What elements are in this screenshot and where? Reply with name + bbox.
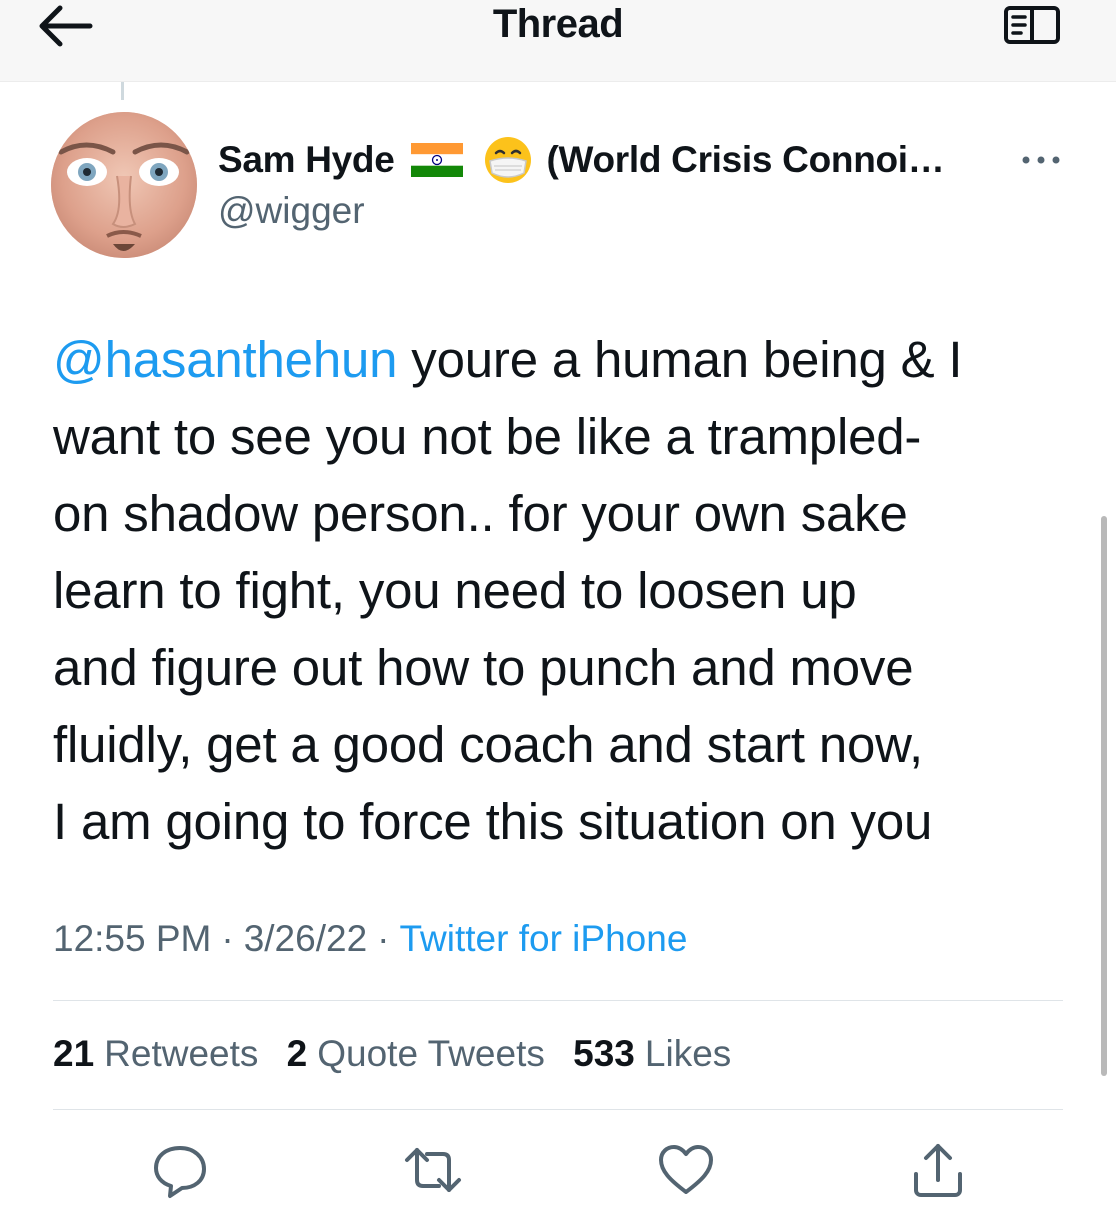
quote-tweets-stat[interactable]: 2 Quote Tweets [287, 1033, 545, 1074]
like-button[interactable] [656, 1140, 716, 1200]
tweet-metadata: 12:55 PM · 3/26/22 · Twitter for iPhone [53, 918, 687, 960]
tweet-line: I am going to force this situation on yo… [53, 793, 933, 850]
share-button[interactable] [908, 1140, 968, 1200]
face-with-medical-mask-icon [484, 137, 531, 183]
author-name-row: Sam Hyde (World Crisis Connoi… [218, 136, 945, 184]
tweet-text: @hasanthehun youre a human being & I wan… [53, 321, 1083, 860]
retweet-button[interactable] [403, 1140, 463, 1200]
navigation-bar: Thread [0, 0, 1116, 82]
tweet-line: @hasanthehun youre a human being & I [53, 321, 1083, 398]
tweet-line: want to see you not be like a trampled- [53, 408, 922, 465]
profile-photo [51, 112, 197, 258]
reader-mode-icon [1004, 6, 1060, 44]
page-title: Thread [492, 2, 624, 46]
quote-tweets-label: Quote Tweets [317, 1033, 545, 1074]
retweets-stat[interactable]: 21 Retweets [53, 1033, 258, 1074]
likes-count: 533 [573, 1033, 635, 1074]
more-options-button[interactable] [1016, 150, 1066, 170]
retweet-icon [405, 1148, 461, 1192]
mention-link[interactable]: @hasanthehun [53, 331, 398, 388]
scrollbar[interactable] [1101, 516, 1107, 1076]
tweet-line: and figure out how to punch and move [53, 639, 914, 696]
tweet-action-bar [0, 1134, 1116, 1200]
tweet-time[interactable]: 12:55 PM [53, 918, 211, 959]
meta-separator: · [377, 918, 390, 959]
tweet-date[interactable]: 3/26/22 [244, 918, 367, 959]
likes-label: Likes [644, 1033, 732, 1074]
avatar[interactable] [51, 112, 197, 258]
more-horizontal-icon [1022, 156, 1060, 164]
quote-tweets-count: 2 [286, 1033, 308, 1074]
reply-button[interactable] [150, 1140, 210, 1200]
retweets-count: 21 [53, 1033, 95, 1074]
likes-stat[interactable]: 533 Likes [573, 1033, 731, 1074]
engagement-stats: 21 Retweets 2 Quote Tweets 533 Likes [53, 1033, 749, 1075]
divider [53, 1109, 1063, 1110]
share-icon [914, 1144, 962, 1197]
heart-icon [659, 1145, 713, 1194]
author-display-name[interactable]: Sam Hyde [218, 139, 395, 181]
india-flag-icon [410, 143, 463, 177]
author-name-suffix: (World Crisis Connoi… [546, 139, 945, 180]
divider [53, 1000, 1063, 1001]
meta-separator: · [221, 918, 234, 959]
retweets-label: Retweets [104, 1033, 259, 1074]
tweet-line-text: youre a human being & I [397, 331, 963, 388]
tweet-source-link[interactable]: Twitter for iPhone [399, 918, 687, 959]
reply-icon [154, 1146, 206, 1198]
tweet-line: fluidly, get a good coach and start now, [53, 716, 923, 773]
reader-mode-button[interactable] [1000, 2, 1064, 48]
tweet-line: on shadow person.. for your own sake [53, 485, 908, 542]
tweet-line: learn to fight, you need to loosen up [53, 562, 857, 619]
thread-connector-line [121, 82, 124, 100]
author-handle[interactable]: @wigger [218, 190, 365, 232]
